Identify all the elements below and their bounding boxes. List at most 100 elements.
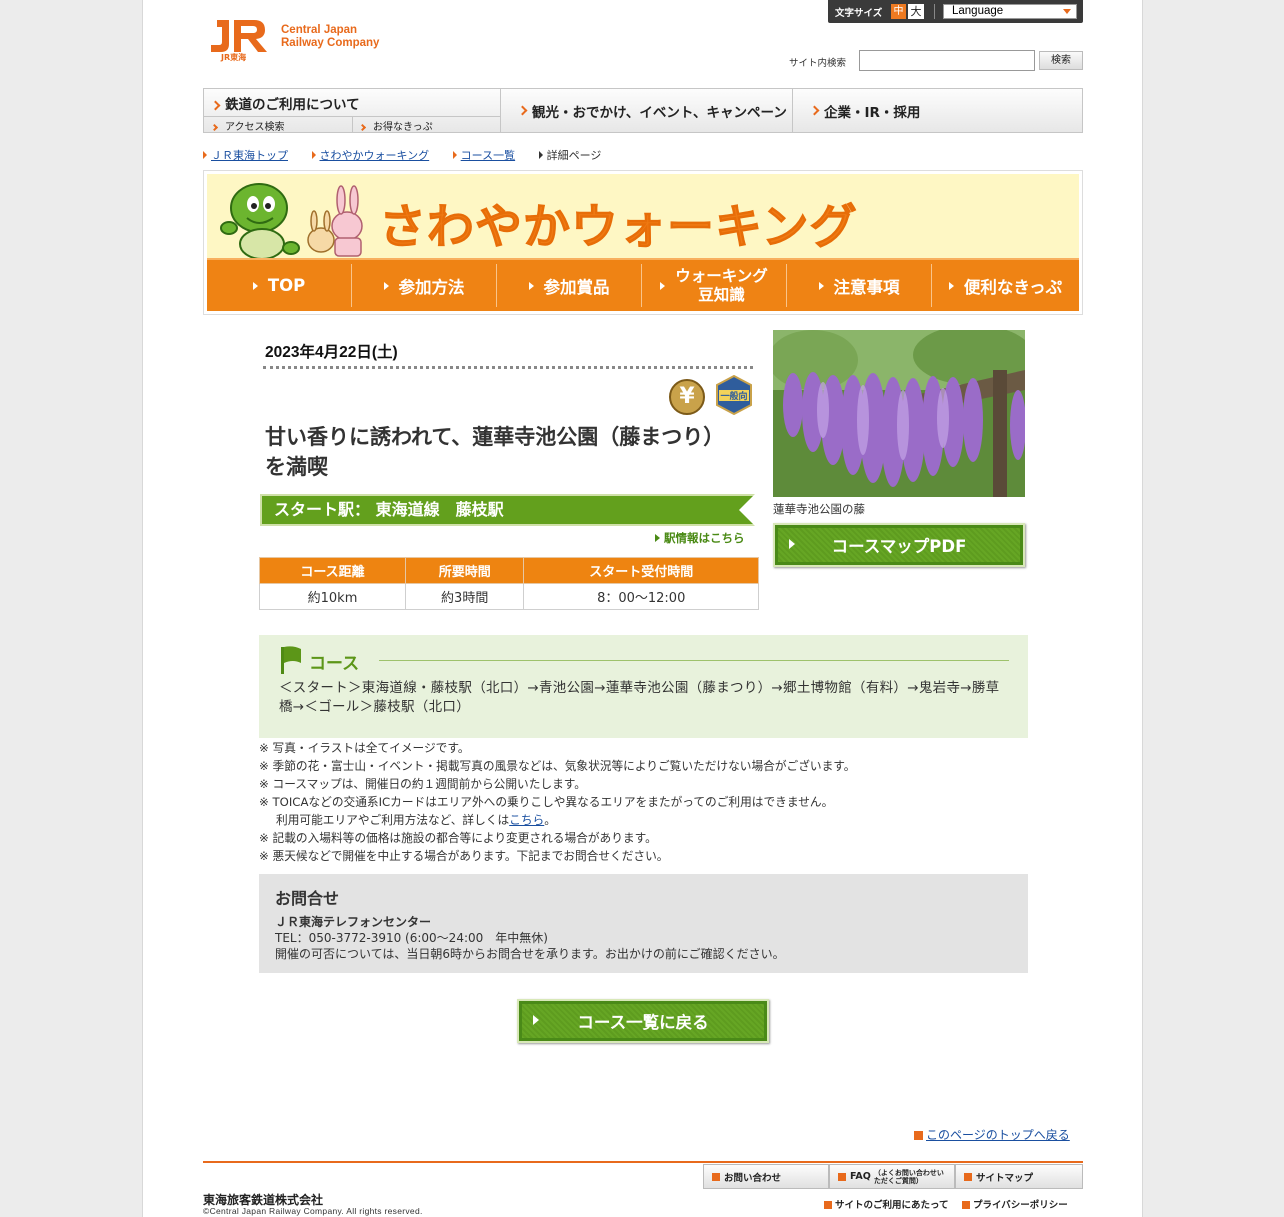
note-item-sub: 利用可能エリアやご利用方法など、詳しくはこちら。 (259, 811, 855, 829)
arrow-icon (964, 1172, 972, 1181)
triangle-icon (311, 151, 316, 159)
search-button[interactable]: 検索 (1039, 51, 1083, 70)
chevron-right-icon (210, 123, 219, 132)
note-item: ※ TOICAなどの交通系ICカードはエリア外への乗りこしや異なるエリアをまたが… (259, 795, 834, 809)
button-face: コースマップPDF (778, 528, 1020, 562)
footer-faq-sub: （よくお問い合わせいただくご質問） (873, 1168, 944, 1185)
walking-nav-top[interactable]: TOP (207, 264, 352, 307)
back-to-top-link[interactable]: このページのトップへ戻る (914, 1126, 1070, 1143)
nav-tourism-label: 観光・おでかけ、イベント、キャンペーン (532, 104, 787, 121)
nav-access-search[interactable]: アクセス検索 (210, 118, 352, 133)
chevron-right-icon (809, 105, 820, 116)
contact-heading: お問合せ (275, 889, 340, 908)
yen-icon: ¥ (669, 379, 705, 415)
chevron-right-icon (358, 123, 367, 132)
nav-discount-tickets-label: お得なきっぷ (373, 122, 433, 133)
breadcrumb-current-label: 詳細ページ (546, 149, 602, 162)
walking-nav: TOP 参加方法 参加賞品 ウォーキング 豆知識 注意事項 便利なきっぷ (207, 258, 1079, 311)
triangle-icon (789, 539, 795, 549)
walking-nav-precautions[interactable]: 注意事項 (787, 264, 932, 307)
notes-list: ※ 写真・イラストは全てイメージです。 ※ 季節の花・富士山・イベント・掲載写真… (259, 739, 855, 865)
note-item: ※ 季節の花・富士山・イベント・掲載写真の風景などは、気象状況等によりご覧いただ… (259, 759, 856, 773)
page-container: Central Japan Railway Company JR東海 文字サイズ… (142, 0, 1143, 1217)
walking-nav-label: 便利なきっぷ (963, 277, 1063, 297)
language-select[interactable]: Language (943, 4, 1077, 19)
breadcrumb-item[interactable]: ＪＲ東海トップ (203, 149, 298, 162)
note-sub-suffix: 。 (544, 813, 556, 827)
footer-sitemap-button[interactable]: サイトマップ (955, 1164, 1083, 1189)
table-cell: 約3時間 (404, 583, 525, 610)
font-size-large-button[interactable]: 大 (908, 4, 924, 19)
footer-link-label: プライバシーポリシー (973, 1200, 1068, 1211)
contact-center: ＪＲ東海テレフォンセンター (275, 915, 432, 929)
breadcrumb-item[interactable]: さわやかウォーキング (311, 149, 440, 162)
walking-nav-label: 参加方法 (398, 277, 465, 297)
nav-access-search-label: アクセス検索 (225, 122, 285, 133)
chevron-right-icon (210, 100, 221, 111)
chevron-right-icon (517, 105, 528, 116)
footer-inquiry-button[interactable]: お問い合わせ (703, 1164, 829, 1189)
walking-nav-tickets[interactable]: 便利なきっぷ (932, 264, 1079, 307)
station-info-link[interactable]: 駅情報はこちら (655, 530, 745, 546)
footer-faq-button[interactable]: FAQ （よくお問い合わせいただくご質問） (829, 1164, 955, 1189)
event-title: 甘い香りに誘われて、蓮華寺池公園（藤まつり）を満喫 (265, 425, 725, 479)
wisteria-photo (773, 330, 1025, 497)
footer-button-label: FAQ (850, 1171, 871, 1182)
start-station-label: スタート駅： 東海道線 藤枝駅 (274, 500, 504, 519)
utility-bar: 文字サイズ 中 大 Language (828, 0, 1083, 23)
nav-corporate[interactable]: 企業・IR・採用 (793, 89, 1083, 132)
table-row: 約10km 約3時間 8：00～12:00 (259, 583, 759, 610)
course-heading: コース (309, 654, 360, 674)
triangle-icon (528, 281, 534, 290)
back-button-label: コース一覧に戻る (577, 1013, 709, 1032)
footer-terms-link[interactable]: サイトのご利用にあたって (824, 1197, 949, 1211)
ic-card-details-link[interactable]: こちら (509, 813, 544, 827)
contact-details: ＪＲ東海テレフォンセンター TEL：050-3772-3910 (6:00～24… (275, 914, 785, 962)
arrow-up-icon (914, 1131, 923, 1140)
table-cell: 8：00～12:00 (523, 583, 759, 610)
triangle-icon (948, 281, 954, 290)
footer-privacy-link[interactable]: プライバシーポリシー (962, 1197, 1068, 1211)
walking-nav-tips[interactable]: ウォーキング 豆知識 (642, 264, 787, 307)
footer-copyright: ©Central Japan Railway Company. All righ… (203, 1206, 423, 1216)
font-size-medium-button[interactable]: 中 (891, 4, 906, 19)
walking-nav-how-to-join[interactable]: 参加方法 (352, 264, 497, 307)
dropdown-arrow-icon (1063, 9, 1071, 14)
general-badge-text: 一般向 (720, 390, 747, 402)
notch-shape (739, 494, 755, 526)
walking-nav-label: 注意事項 (833, 277, 900, 297)
breadcrumb-item[interactable]: コース一覧 (452, 149, 525, 162)
nav-rail-usage[interactable]: 鉄道のご利用について (210, 93, 500, 115)
divider (352, 117, 353, 133)
banner-header: さわやかウォーキング TOP 参加方法 参加賞品 ウォーキング 豆知識 注意事項… (207, 174, 1079, 311)
site-search-input[interactable] (859, 50, 1035, 71)
nav-sub-row: アクセス検索 お得なきっぷ (204, 116, 500, 133)
site-search-label: サイト内検索 (789, 58, 847, 69)
breadcrumb-link[interactable]: コース一覧 (461, 149, 515, 162)
nav-rail-group: 鉄道のご利用について アクセス検索 お得なきっぷ (204, 89, 501, 133)
nav-tourism[interactable]: 観光・おでかけ、イベント、キャンペーン (501, 89, 793, 132)
footer-link-label: サイトのご利用にあたって (835, 1200, 949, 1211)
triangle-icon (655, 534, 660, 542)
triangle-icon (452, 151, 457, 159)
footer-divider (203, 1161, 1083, 1163)
start-station-bar: スタート駅： 東海道線 藤枝駅 (260, 494, 755, 526)
course-map-pdf-button[interactable]: コースマップPDF (773, 523, 1025, 567)
photo-caption: 蓮華寺池公園の藤 (773, 502, 865, 516)
breadcrumb-link[interactable]: ＪＲ東海トップ (211, 149, 288, 162)
triangle-icon (383, 281, 389, 290)
course-section: コース ＜スタート＞東海道線・藤枝駅（北口）→青池公園→蓮華寺池公園（藤まつり）… (259, 635, 1028, 738)
back-to-course-list-button[interactable]: コース一覧に戻る (517, 999, 769, 1043)
flag-icon (281, 646, 301, 674)
yen-badge-label: ¥ (679, 384, 695, 409)
column-header: コース距離 (259, 557, 406, 584)
course-route: ＜スタート＞東海道線・藤枝駅（北口）→青池公園→蓮華寺池公園（藤まつり）→郷土博… (279, 680, 1000, 715)
arrow-icon (962, 1201, 970, 1209)
triangle-icon (203, 151, 207, 159)
nav-discount-tickets[interactable]: お得なきっぷ (358, 118, 500, 133)
walking-nav-prizes[interactable]: 参加賞品 (497, 264, 642, 307)
breadcrumb-current: 詳細ページ (538, 149, 612, 162)
divider (379, 660, 1009, 661)
note-sub-text: 利用可能エリアやご利用方法など、詳しくは (276, 813, 510, 827)
breadcrumb-link[interactable]: さわやかウォーキング (320, 149, 430, 162)
